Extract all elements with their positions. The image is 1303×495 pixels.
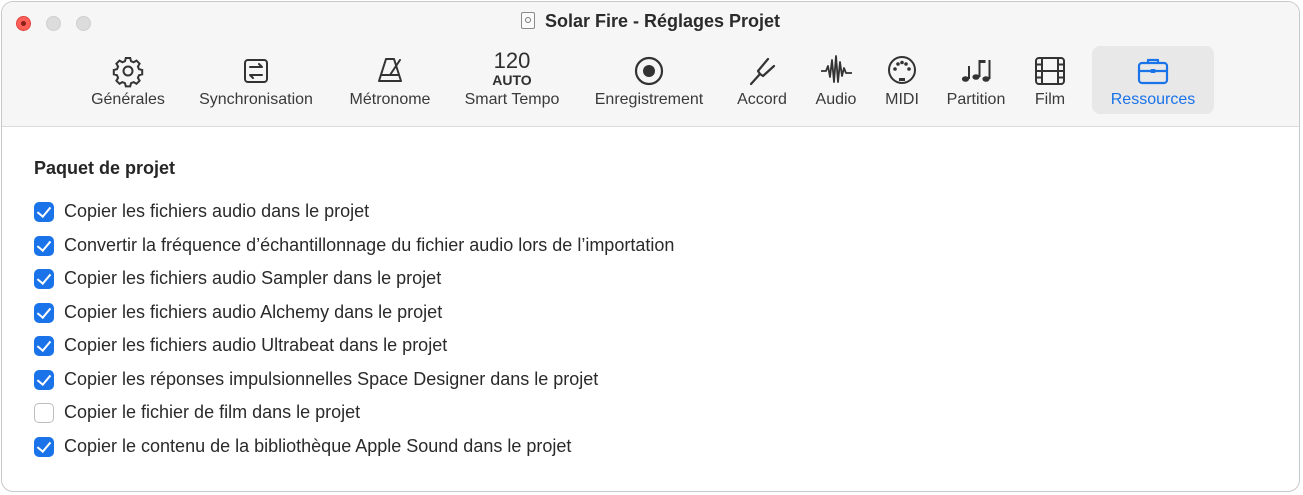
tab-smart-tempo[interactable]: 120 AUTO Smart Tempo — [454, 46, 570, 114]
tab-accord-label: Accord — [737, 91, 787, 108]
checkbox[interactable] — [34, 302, 54, 323]
checkbox[interactable] — [34, 235, 54, 256]
option-copy-apple-sound-library[interactable]: Copier le contenu de la bibliothèque App… — [34, 436, 571, 470]
checkbox[interactable] — [34, 202, 54, 222]
tab-generales-label: Générales — [91, 91, 165, 108]
notes-icon — [961, 60, 991, 82]
checkbox[interactable] — [34, 403, 54, 423]
tab-midi[interactable]: MIDI — [874, 46, 930, 114]
briefcase-icon — [1137, 58, 1169, 85]
window-title: Solar Fire - Réglages Projet — [544, 11, 781, 31]
option-copy-alchemy-files[interactable]: Copier les fichiers audio Alchemy dans l… — [34, 302, 442, 336]
option-label: Copier le fichier de film dans le projet — [64, 402, 361, 422]
section-title: Paquet de projet — [34, 158, 176, 178]
tab-enregistrement[interactable]: Enregistrement — [582, 46, 716, 114]
gear-icon — [112, 57, 144, 88]
tab-smart-tempo-label: Smart Tempo — [464, 91, 560, 108]
tab-partition[interactable]: Partition — [938, 46, 1014, 114]
project-settings-window: Solar Fire - Réglages Projet Générales S… — [1, 1, 1300, 492]
settings-toolbar: Générales Synchronisation Métronome 120 … — [2, 46, 1299, 116]
waveform-icon — [821, 55, 852, 83]
tab-metronome-label: Métronome — [349, 91, 431, 108]
option-label: Copier les fichiers audio Alchemy dans l… — [64, 301, 443, 322]
record-icon — [634, 56, 664, 86]
tab-generales[interactable]: Générales — [86, 46, 170, 114]
project-package-section: Paquet de projet Copier les fichiers aud… — [34, 158, 674, 470]
option-copy-space-designer-ir[interactable]: Copier les réponses impulsionnelles Spac… — [34, 369, 598, 403]
tab-film-label: Film — [1034, 91, 1066, 108]
option-copy-ultrabeat-files[interactable]: Copier les fichiers audio Ultrabeat dans… — [34, 335, 447, 369]
tempo-mode: AUTO — [492, 72, 532, 88]
option-label: Convertir la fréquence d’échantillonnage… — [64, 234, 675, 255]
metronome-icon — [378, 58, 402, 82]
option-label: Copier les fichiers audio Ultrabeat dans… — [64, 335, 448, 355]
option-copy-audio-files[interactable]: Copier les fichiers audio dans le projet — [34, 201, 369, 235]
checkbox[interactable] — [34, 269, 54, 289]
midi-port-icon — [888, 56, 916, 84]
option-copy-sampler-files[interactable]: Copier les fichiers audio Sampler dans l… — [34, 268, 441, 302]
tab-audio[interactable]: Audio — [808, 46, 864, 114]
tab-synchronisation-label: Synchronisation — [199, 91, 313, 108]
tab-accord[interactable]: Accord — [726, 46, 798, 114]
checkbox[interactable] — [34, 369, 54, 390]
tab-audio-label: Audio — [815, 91, 857, 108]
checkbox[interactable] — [34, 336, 54, 356]
window-title-area: Solar Fire - Réglages Projet — [2, 11, 1299, 32]
checkbox[interactable] — [34, 436, 54, 457]
option-label: Copier les fichiers audio Sampler dans l… — [64, 268, 442, 288]
option-convert-sample-rate[interactable]: Convertir la fréquence d’échantillonnage… — [34, 235, 674, 269]
sync-icon — [244, 59, 268, 83]
option-label: Copier les réponses impulsionnelles Spac… — [64, 368, 599, 389]
tab-enregistrement-label: Enregistrement — [594, 91, 704, 108]
tab-midi-label: MIDI — [885, 91, 919, 108]
tempo-display: 120 AUTO — [454, 48, 570, 88]
tab-synchronisation[interactable]: Synchronisation — [188, 46, 324, 114]
tuning-fork-icon — [749, 57, 776, 86]
titlebar: Solar Fire - Réglages Projet Générales S… — [2, 2, 1299, 127]
option-copy-movie-file[interactable]: Copier le fichier de film dans le projet — [34, 402, 360, 436]
film-icon — [1035, 57, 1065, 85]
tab-film[interactable]: Film — [1022, 46, 1078, 114]
option-label: Copier le contenu de la bibliothèque App… — [64, 435, 572, 456]
option-label: Copier les fichiers audio dans le projet — [64, 201, 370, 221]
tab-ressources-label: Ressources — [1110, 91, 1196, 108]
tempo-value: 120 — [493, 48, 531, 73]
document-icon — [520, 12, 535, 29]
tab-partition-label: Partition — [946, 91, 1006, 108]
tab-metronome[interactable]: Métronome — [340, 46, 440, 114]
tab-ressources[interactable]: Ressources — [1092, 46, 1214, 114]
